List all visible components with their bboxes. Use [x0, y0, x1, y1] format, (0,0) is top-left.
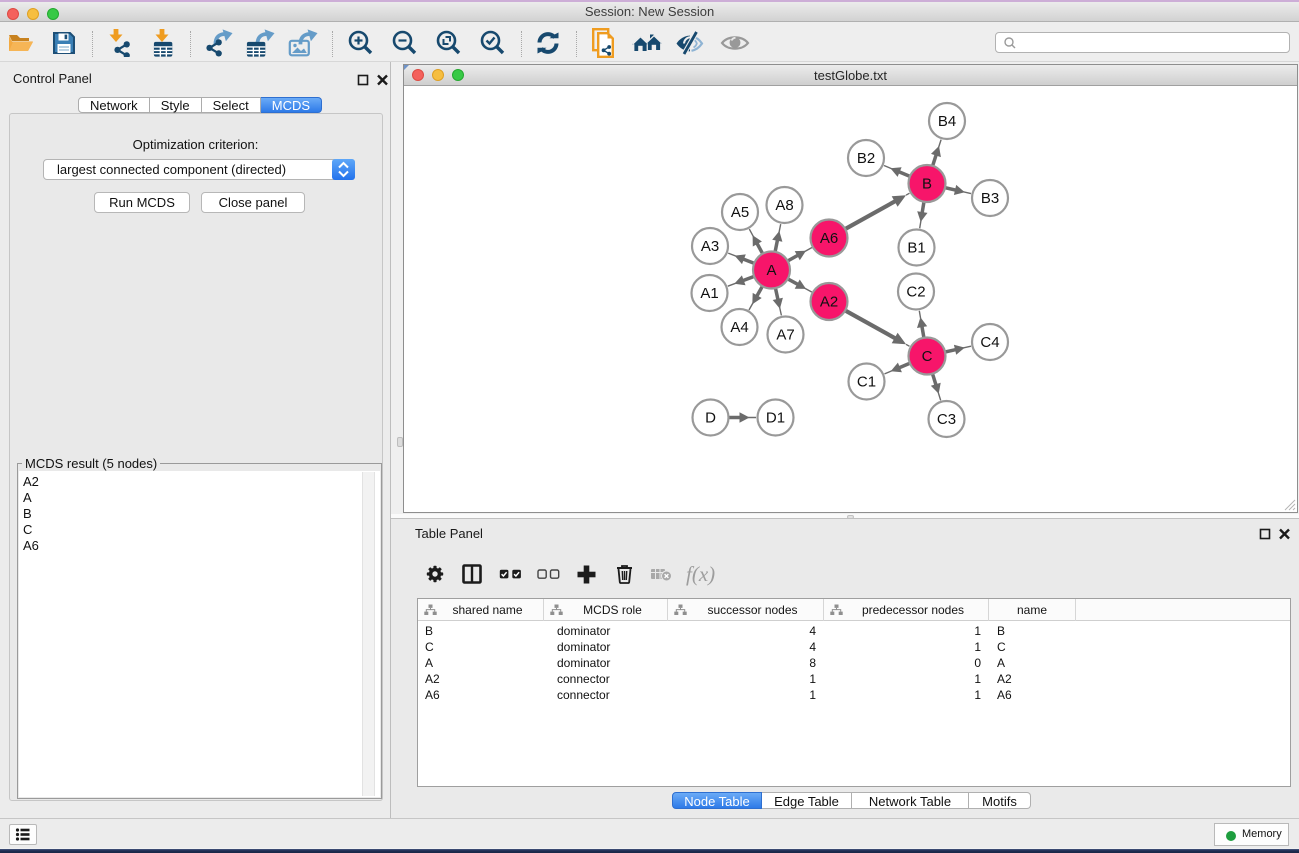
svg-text:D1: D1 [766, 410, 785, 427]
svg-text:C3: C3 [937, 411, 956, 428]
svg-text:B4: B4 [938, 113, 956, 130]
svg-text:A7: A7 [776, 327, 794, 344]
svg-text:C1: C1 [857, 374, 876, 391]
svg-text:A8: A8 [775, 197, 793, 214]
svg-text:D: D [705, 410, 716, 427]
svg-text:A6: A6 [820, 230, 838, 247]
svg-text:B2: B2 [857, 150, 875, 167]
svg-text:B3: B3 [981, 190, 999, 207]
svg-text:A3: A3 [701, 238, 719, 255]
svg-text:A1: A1 [700, 285, 718, 302]
svg-text:B1: B1 [907, 240, 925, 257]
svg-text:C: C [922, 348, 933, 365]
svg-text:A5: A5 [731, 204, 749, 221]
svg-text:C2: C2 [906, 284, 925, 301]
svg-text:B: B [922, 176, 932, 193]
svg-text:C4: C4 [980, 334, 999, 351]
svg-text:A: A [766, 262, 776, 279]
svg-text:A4: A4 [730, 319, 748, 336]
svg-text:A2: A2 [820, 294, 838, 311]
